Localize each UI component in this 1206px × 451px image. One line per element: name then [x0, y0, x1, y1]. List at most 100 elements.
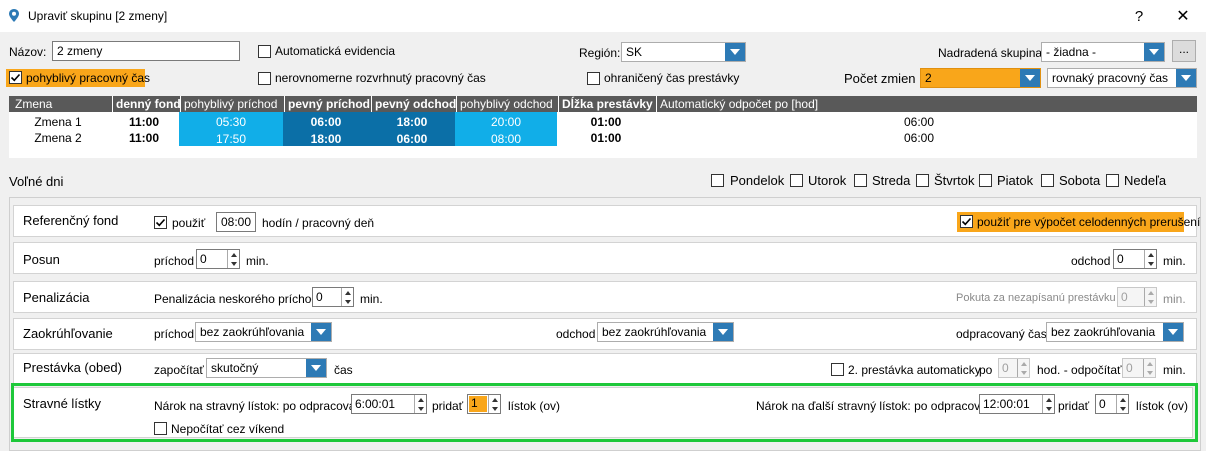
- flexible-worktime-label: pohyblivý pracovný čas: [26, 71, 151, 85]
- second-break-deduct-value: 0: [1126, 361, 1133, 375]
- spin-up-icon: [1018, 359, 1029, 368]
- worktime-mode-select[interactable]: rovnaký pracovný čas: [1047, 68, 1197, 88]
- spin-up-icon[interactable]: [1117, 395, 1128, 404]
- rounding-worked-select[interactable]: bez zaokrúhľovania: [1046, 322, 1184, 342]
- day-checkbox-monday[interactable]: [711, 174, 724, 187]
- penalty-title: Penalizácia: [23, 290, 90, 305]
- spin-down-icon: [1144, 368, 1155, 377]
- shift-arrival-spinner[interactable]: 0: [196, 249, 240, 269]
- more-button[interactable]: ...: [1172, 40, 1196, 62]
- flexible-worktime-checkbox[interactable]: [9, 71, 22, 84]
- chevron-down-icon: [1020, 69, 1040, 87]
- meal-next-claim-label: Nárok na ďalší stravný lístok: po odprac…: [756, 399, 997, 413]
- row2-fixed-departure[interactable]: 06:00: [369, 132, 455, 146]
- meal-tickets-title: Stravné lístky: [23, 396, 102, 411]
- meal-next-claim-spinner[interactable]: 12:00:01: [979, 394, 1055, 414]
- uneven-worktime-label: nerovnomerne rozvrhnutý pracovný čas: [275, 71, 486, 85]
- spin-down-icon[interactable]: [342, 297, 353, 306]
- meal-add-label: pridať: [432, 399, 464, 413]
- spin-up-icon[interactable]: [228, 250, 239, 259]
- title-bar: Upraviť skupinu [2 zmeny] ? ✕: [0, 0, 1206, 32]
- day-checkbox-sunday[interactable]: [1106, 174, 1119, 187]
- chevron-down-icon: [311, 323, 331, 341]
- rounding-departure-value: bez zaokrúhľovania: [602, 325, 707, 339]
- day-checkbox-tuesday[interactable]: [790, 174, 803, 187]
- second-break-after-label: po: [979, 363, 993, 377]
- shift-departure-min: min.: [1163, 254, 1186, 268]
- shift-departure-label: odchod: [1071, 254, 1111, 268]
- col-header-daily-fund: denný fond: [112, 96, 181, 112]
- weekend-exclude-label: Nepočítať cez víkend: [171, 422, 285, 436]
- row1-flex-departure[interactable]: 20:00: [455, 112, 557, 132]
- shift-departure-spinner[interactable]: 0: [1113, 249, 1157, 269]
- spin-down-icon[interactable]: [1043, 404, 1054, 413]
- shift-count-select[interactable]: 2: [920, 68, 1041, 88]
- day-checkbox-saturday[interactable]: [1041, 174, 1054, 187]
- weekend-exclude-checkbox[interactable]: [154, 422, 167, 435]
- day-label-friday: Piatok: [997, 173, 1034, 188]
- auto-evidence-label: Automatická evidencia: [275, 44, 396, 58]
- spin-up-icon[interactable]: [342, 288, 353, 297]
- region-label: Región:: [579, 46, 621, 60]
- row2-flex-arrival[interactable]: 17:50: [179, 132, 283, 146]
- second-break-hours-label: hod. - odpočítať: [1037, 363, 1122, 377]
- spin-up-icon[interactable]: [489, 395, 500, 404]
- second-break-checkbox[interactable]: [831, 363, 844, 376]
- auto-evidence-checkbox[interactable]: [258, 45, 271, 58]
- row1-fixed-arrival[interactable]: 06:00: [283, 112, 369, 132]
- limited-break-checkbox[interactable]: [587, 72, 600, 85]
- spin-up-icon[interactable]: [1145, 250, 1156, 259]
- row2-daily-fund: 11:00: [128, 131, 160, 145]
- spin-down-icon[interactable]: [415, 404, 426, 413]
- second-break-after-value: 0: [1002, 361, 1009, 375]
- day-label-saturday: Sobota: [1059, 173, 1101, 188]
- second-break-after-spinner: 0: [998, 358, 1030, 378]
- shift-count-value: 2: [925, 71, 932, 85]
- rounding-arrival-select[interactable]: bez zaokrúhľovania: [195, 322, 332, 342]
- lunch-count-select[interactable]: skutočný: [206, 358, 327, 378]
- reference-fund-unit-label: hodín / pracovný deň: [262, 216, 375, 230]
- meal-add-spinner[interactable]: 1: [467, 394, 501, 414]
- spin-down-icon[interactable]: [228, 259, 239, 268]
- day-label-tuesday: Utorok: [808, 173, 847, 188]
- uneven-worktime-checkbox[interactable]: [258, 72, 271, 85]
- window-title: Upraviť skupinu [2 zmeny]: [28, 9, 168, 23]
- spin-down-icon[interactable]: [489, 404, 500, 413]
- day-checkbox-wednesday[interactable]: [854, 174, 867, 187]
- reference-fund-title: Referenčný fond: [23, 213, 119, 228]
- region-select[interactable]: SK: [621, 42, 746, 62]
- help-button[interactable]: ?: [1116, 0, 1162, 32]
- close-button[interactable]: ✕: [1160, 0, 1206, 32]
- spin-down-icon[interactable]: [1145, 259, 1156, 268]
- spin-up-icon[interactable]: [415, 395, 426, 404]
- reference-fund-use-checkbox[interactable]: [154, 216, 167, 229]
- shift-arrival-value: 0: [200, 252, 207, 266]
- row1-flex-arrival[interactable]: 05:30: [179, 112, 283, 132]
- late-penalty-value: 0: [316, 290, 323, 304]
- day-checkbox-friday[interactable]: [979, 174, 992, 187]
- day-checkbox-thursday[interactable]: [916, 174, 929, 187]
- meal-claim-spinner[interactable]: 6:00:01: [351, 394, 427, 414]
- spin-down-icon[interactable]: [1117, 404, 1128, 413]
- meal-next-add-spinner[interactable]: 0: [1095, 394, 1129, 414]
- rounding-departure-select[interactable]: bez zaokrúhľovania: [597, 322, 734, 342]
- meal-add-value: 1: [469, 396, 487, 412]
- row1-fixed-departure[interactable]: 18:00: [369, 112, 455, 132]
- rounding-arrival-value: bez zaokrúhľovania: [200, 325, 305, 339]
- full-day-checkbox[interactable]: [960, 215, 973, 228]
- spin-up-icon[interactable]: [1043, 395, 1054, 404]
- row2-flex-departure[interactable]: 08:00: [455, 132, 557, 146]
- meal-next-add-label: pridať: [1058, 399, 1090, 413]
- col-header-fixed-departure: pevný odchod: [371, 96, 456, 112]
- chevron-down-icon: [306, 359, 326, 377]
- unwritten-break-label: Pokuta za nezapísanú prestávku: [956, 292, 1116, 304]
- chevron-down-icon: [1176, 69, 1196, 87]
- name-input[interactable]: 2 zmeny: [52, 41, 240, 61]
- chevron-down-icon: [1163, 323, 1183, 341]
- rounding-arrival-label: príchod: [154, 327, 195, 341]
- parent-group-select[interactable]: - žiadna -: [1041, 42, 1165, 62]
- reference-fund-hours-input[interactable]: 08:00: [216, 212, 256, 232]
- rounding-worked-label: odpracovaný čas: [956, 327, 1047, 341]
- row2-fixed-arrival[interactable]: 18:00: [283, 132, 369, 146]
- late-penalty-spinner[interactable]: 0: [312, 287, 354, 307]
